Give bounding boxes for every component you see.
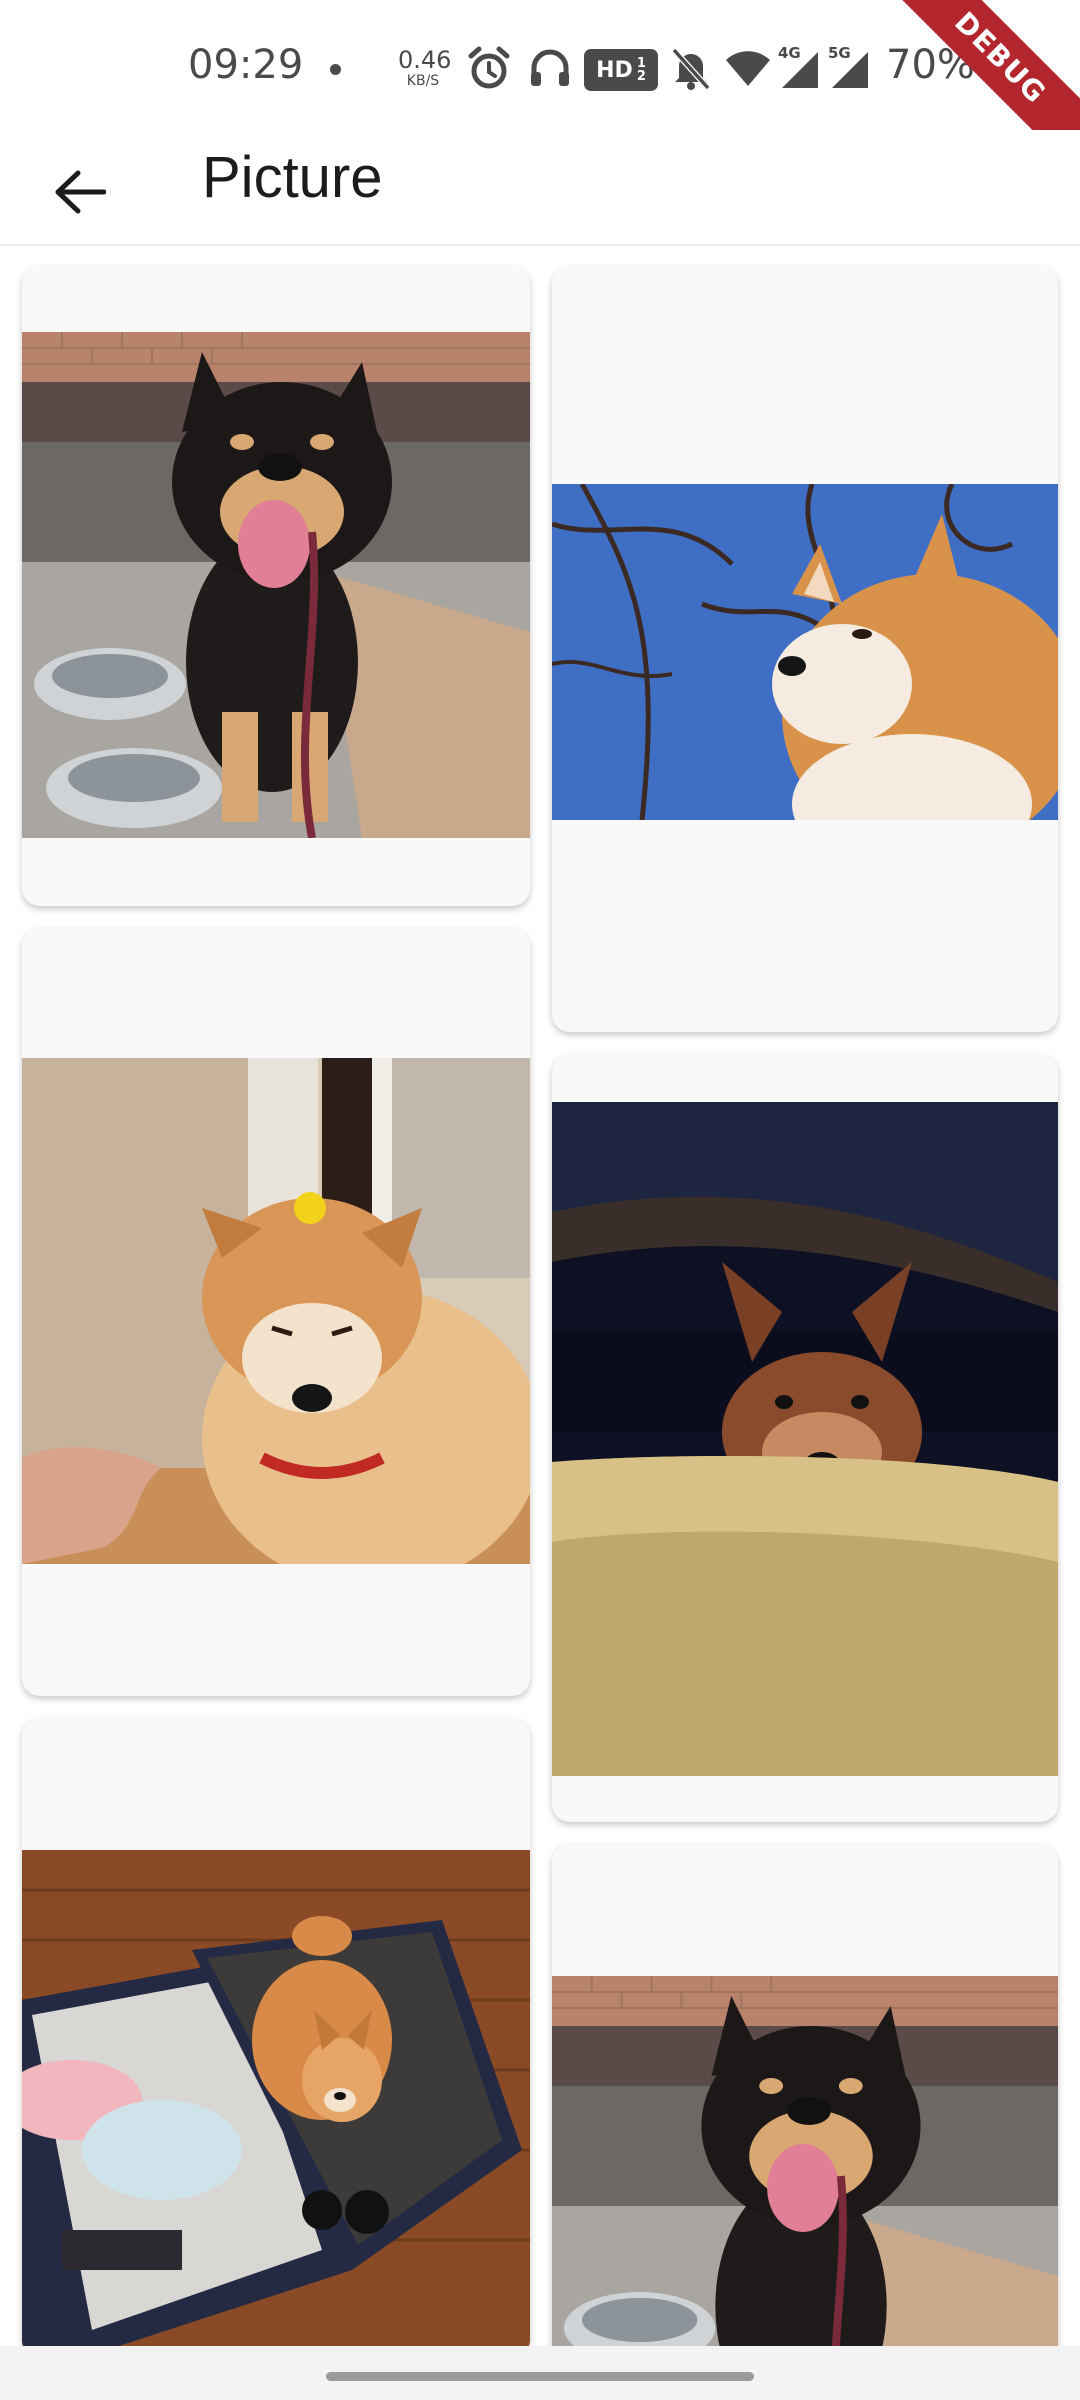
svg-text:4G: 4G	[778, 44, 801, 62]
gesture-nav-bar	[0, 2346, 1080, 2400]
back-arrow-icon	[55, 170, 106, 214]
hd-label: HD	[596, 57, 633, 83]
photo-card-5[interactable]	[22, 1718, 530, 2346]
4g-signal-icon: 4G	[778, 44, 820, 92]
network-speed: 0.46 KB/S	[398, 46, 452, 89]
photo-card-2[interactable]	[552, 266, 1058, 1032]
back-button[interactable]	[40, 152, 120, 232]
status-time: 09:29	[188, 42, 304, 88]
status-bar: 09:29 0.46 KB/S HD 12 4G 5G 70% DEBUG	[0, 0, 1080, 184]
network-speed-unit: KB/S	[406, 73, 440, 89]
headphones-icon	[528, 44, 572, 92]
wifi-icon	[724, 44, 772, 92]
photo-card-6[interactable]	[552, 1844, 1058, 2346]
photo-black-shiba-repeat	[552, 1976, 1058, 2346]
photo-card-1[interactable]	[22, 266, 530, 906]
photo-shiba-under-couch	[552, 1102, 1058, 1776]
photo-shiba-suitcase	[22, 1850, 530, 2346]
photo-black-shiba	[22, 332, 530, 838]
photo-card-4[interactable]	[552, 1054, 1058, 1822]
app-bar: Picture	[0, 130, 1080, 246]
photo-card-3[interactable]	[22, 928, 530, 1696]
photo-shiba-blue-sky	[552, 484, 1058, 820]
5g-signal-icon: 5G	[828, 44, 870, 92]
page-title: Picture	[202, 145, 383, 210]
photo-shiba-flower	[22, 1058, 530, 1564]
network-speed-value: 0.46	[398, 46, 452, 74]
home-gesture-handle[interactable]	[326, 2372, 754, 2381]
photo-grid	[0, 246, 1080, 2346]
alarm-icon	[466, 44, 512, 92]
notification-dot-icon	[330, 64, 341, 75]
svg-text:5G: 5G	[828, 44, 851, 62]
mute-icon	[670, 44, 712, 92]
hd-voice-icon: HD 12	[584, 49, 658, 91]
